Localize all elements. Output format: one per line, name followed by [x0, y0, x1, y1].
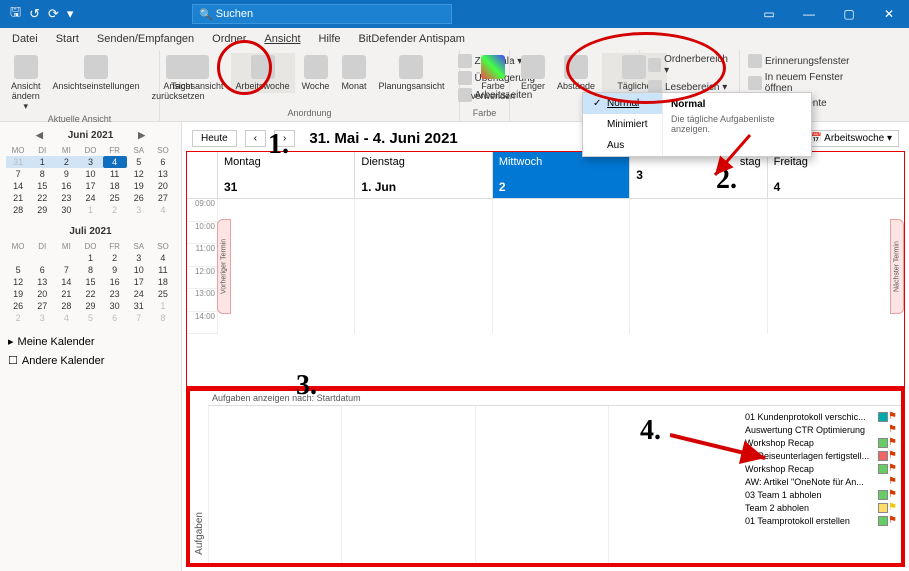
- annotation-arrow-4: [670, 420, 780, 470]
- popup-item-minimized[interactable]: Minimiert: [583, 114, 662, 135]
- next-appointment-tab[interactable]: Nächster Termin: [890, 219, 904, 314]
- tighter-button[interactable]: Enger: [516, 53, 550, 93]
- close-button[interactable]: ✕: [869, 0, 909, 28]
- schedule-view-button[interactable]: Planungsansicht: [373, 53, 449, 93]
- menu-folder[interactable]: Ordner: [212, 33, 246, 45]
- mini-calendar-june[interactable]: ◀Juni 2021▶ MODIMIDOFRSASO31123456789101…: [6, 128, 175, 216]
- reminders-button[interactable]: Erinnerungsfenster: [746, 53, 874, 69]
- annotation-label-3: 3.: [296, 370, 317, 402]
- annotation-label-1: 1.: [268, 129, 289, 161]
- sync-icon[interactable]: ⟳: [48, 6, 59, 22]
- menu-bitdefender[interactable]: BitDefender Antispam: [359, 33, 465, 45]
- task-pane: Aufgaben Aufgaben anzeigen nach: Startda…: [186, 387, 905, 567]
- task-item[interactable]: 03 Team 1 abholen⚑: [741, 488, 901, 501]
- popup-item-normal[interactable]: ✓Normal: [583, 93, 662, 114]
- maximize-button[interactable]: ▢: [829, 0, 869, 28]
- title-bar: 🖫 ↺ ⟳ ▾ 🔍 Suchen ▭ — ▢ ✕: [0, 0, 909, 28]
- menu-file[interactable]: Datei: [12, 33, 38, 45]
- annotation-arrow-2: [660, 130, 760, 200]
- window-buttons: ▭ — ▢ ✕: [749, 0, 909, 28]
- day-view-button[interactable]: Tagesansicht: [166, 53, 229, 93]
- calendar-grid: Montag31Dienstag1. JunMittwoch2stag3Frei…: [186, 151, 905, 387]
- task-item[interactable]: Team 2 abholen⚑: [741, 501, 901, 514]
- save-icon[interactable]: 🖫: [10, 3, 21, 25]
- menu-start[interactable]: Start: [56, 33, 79, 45]
- minimize-button[interactable]: —: [789, 0, 829, 28]
- calendar-sidebar: ◀Juni 2021▶ MODIMIDOFRSASO31123456789101…: [0, 122, 182, 571]
- menu-view[interactable]: Ansicht: [264, 33, 300, 45]
- prev-week-button[interactable]: ‹: [245, 130, 266, 147]
- menu-help[interactable]: Hilfe: [319, 33, 341, 45]
- popup-tooltip-title: Normal: [671, 99, 803, 110]
- ribbon-group-label: Farbe: [466, 108, 503, 118]
- other-calendars-node[interactable]: ☐Andere Kalender: [6, 351, 175, 370]
- view-selector[interactable]: 📅 Arbeitswoche ▾: [802, 130, 899, 147]
- task-pane-side-label: Aufgaben: [190, 391, 208, 563]
- task-item[interactable]: 01 Teamprotokoll erstellen⚑: [741, 514, 901, 527]
- folderpane-button[interactable]: Ordnerbereich ▾: [646, 53, 733, 77]
- calendar-main: Heute ‹ › 31. Mai - 4. Juni 2021 Markdor…: [182, 122, 909, 571]
- mini-calendar-july[interactable]: Juli 2021 MODIMIDOFRSASO1234567891011121…: [6, 224, 175, 324]
- view-settings-button[interactable]: Ansichtseinstellungen: [48, 53, 145, 93]
- task-item[interactable]: AW: Artikel "OneNote für An...⚑: [741, 475, 901, 488]
- date-range-title: 31. Mai - 4. Juni 2021: [309, 130, 457, 147]
- my-calendars-node[interactable]: ▸Meine Kalender: [6, 332, 175, 351]
- popup-item-off[interactable]: Aus: [583, 135, 662, 156]
- menu-send-receive[interactable]: Senden/Empfangen: [97, 33, 194, 45]
- prev-appointment-tab[interactable]: Vorheriger Termin: [217, 219, 231, 314]
- search-placeholder: Suchen: [216, 8, 253, 20]
- month-view-button[interactable]: Monat: [336, 53, 371, 93]
- undo-icon[interactable]: ↺: [29, 6, 40, 22]
- menu-bar: Datei Start Senden/Empfangen Ordner Ansi…: [0, 28, 909, 50]
- annotation-label-4: 4.: [640, 415, 661, 447]
- search-box[interactable]: 🔍 Suchen: [192, 4, 452, 24]
- today-button[interactable]: Heute: [192, 130, 237, 147]
- ribbon-group-label: Anordnung: [166, 108, 453, 118]
- expand-icon: ▸: [8, 335, 14, 348]
- change-view-button[interactable]: Ansicht ändern ▾: [6, 53, 46, 114]
- spacing-button[interactable]: Abstände: [552, 53, 600, 93]
- quick-access-toolbar: 🖫 ↺ ⟳ ▾: [0, 3, 73, 25]
- ribbon-options-icon[interactable]: ▭: [749, 0, 789, 28]
- week-view-button[interactable]: Woche: [297, 53, 335, 93]
- qat-dropdown-icon[interactable]: ▾: [67, 6, 74, 22]
- checkbox-icon: ☐: [8, 354, 18, 367]
- workweek-view-button[interactable]: Arbeitswoche: [231, 53, 295, 93]
- search-icon: 🔍: [199, 8, 213, 21]
